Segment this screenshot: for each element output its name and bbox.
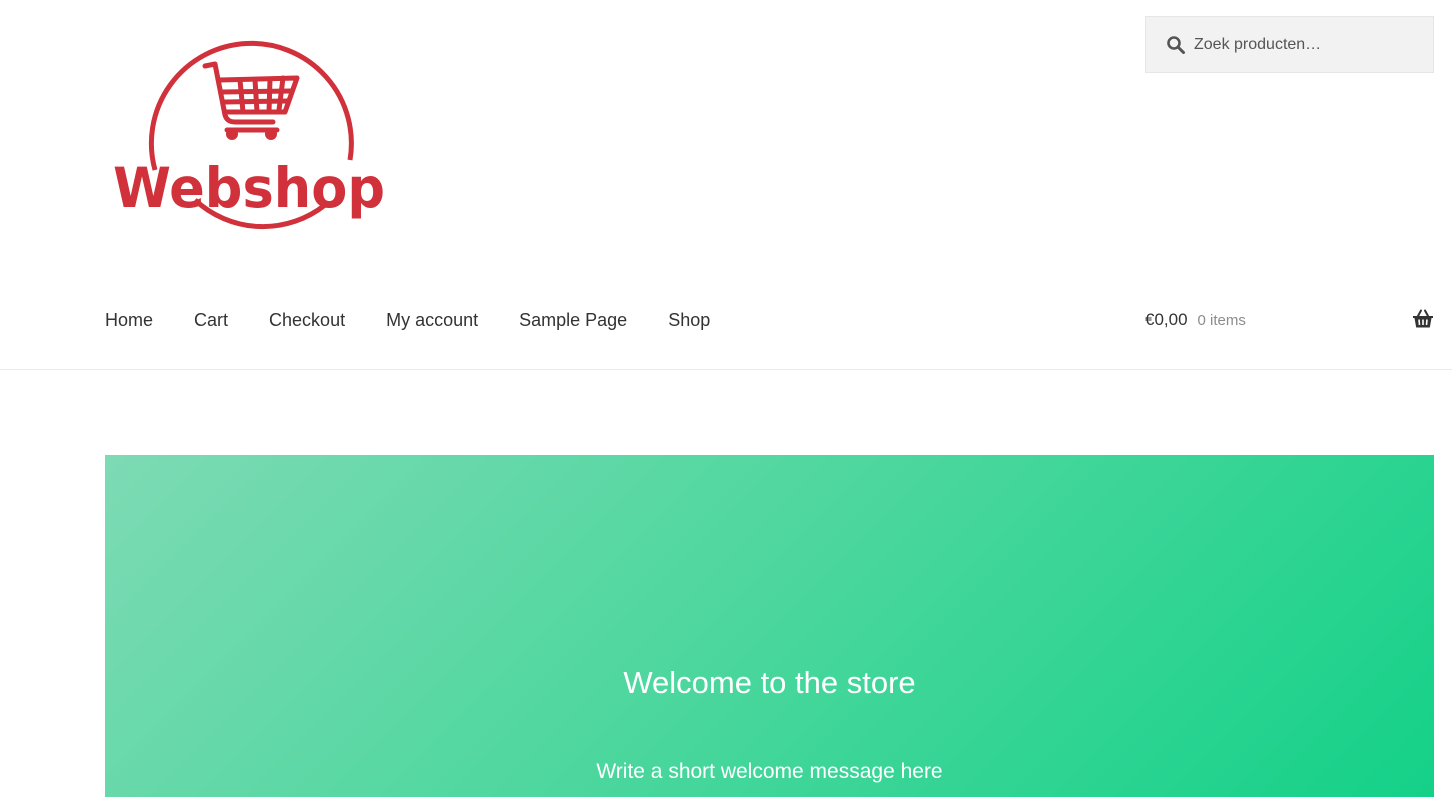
hero-message: Write a short welcome message here bbox=[596, 760, 943, 783]
nav-item-home[interactable]: Home bbox=[105, 310, 153, 331]
site-header: Webshop Home Cart Checkout My account Sa… bbox=[0, 0, 1452, 370]
basket-icon[interactable] bbox=[1412, 309, 1434, 329]
webshop-logo-image: Webshop bbox=[113, 40, 385, 230]
cart-item-count: 0 items bbox=[1197, 311, 1246, 329]
product-search-box[interactable] bbox=[1145, 16, 1434, 73]
nav-item-cart[interactable]: Cart bbox=[194, 310, 228, 331]
welcome-hero-banner: Welcome to the store Write a short welco… bbox=[105, 455, 1434, 797]
search-icon bbox=[1166, 35, 1186, 55]
cart-total-amount: €0,00 bbox=[1145, 310, 1188, 329]
search-input[interactable] bbox=[1194, 35, 1414, 54]
primary-navigation: Home Cart Checkout My account Sample Pag… bbox=[105, 300, 751, 340]
nav-item-my-account[interactable]: My account bbox=[386, 310, 478, 331]
site-logo[interactable]: Webshop bbox=[105, 20, 395, 240]
nav-item-shop[interactable]: Shop bbox=[668, 310, 710, 331]
hero-title: Welcome to the store bbox=[623, 665, 916, 700]
nav-item-checkout[interactable]: Checkout bbox=[269, 310, 345, 331]
logo-wordmark: Webshop bbox=[113, 156, 385, 220]
header-cart-link[interactable]: €0,00 0 items bbox=[1145, 300, 1434, 340]
nav-item-sample-page[interactable]: Sample Page bbox=[519, 310, 627, 331]
